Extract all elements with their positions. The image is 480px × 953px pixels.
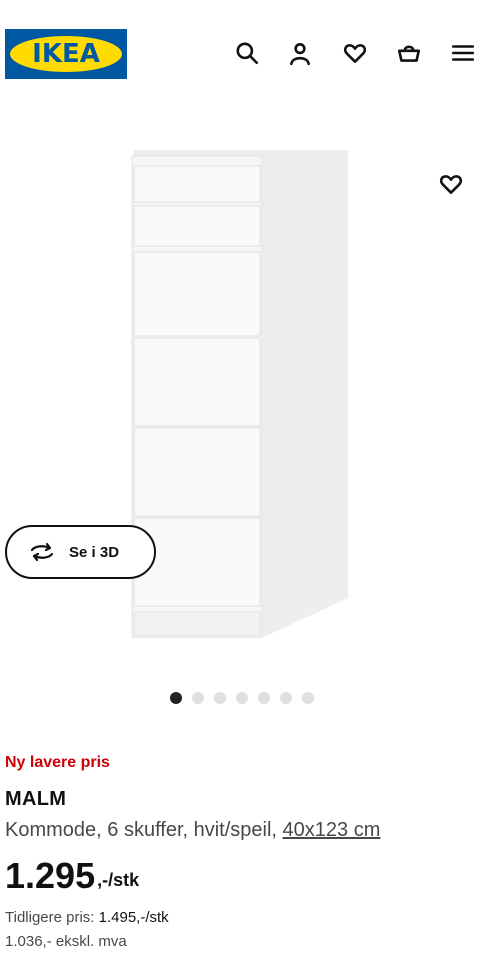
carousel-dot-active[interactable] [170, 692, 182, 704]
carousel-dot[interactable] [192, 692, 204, 704]
price-unit: ,-/stk [97, 870, 140, 890]
product-image[interactable] [130, 150, 350, 638]
product-description: Kommode, 6 skuffer, hvit/speil, 40x123 c… [5, 819, 380, 842]
view-3d-label: Se i 3D [69, 543, 120, 561]
size-link[interactable]: 40x123 cm [283, 819, 381, 841]
heart-icon[interactable] [339, 37, 371, 69]
price-value: 1.295 [5, 855, 96, 896]
product-price: 1.295 ,-/stk [5, 856, 139, 896]
favourite-icon[interactable] [435, 168, 467, 200]
previous-price: Tidligere pris: 1.495,-/stk [5, 909, 169, 926]
view-3d-button[interactable]: Se i 3D [5, 525, 156, 579]
carousel-dot[interactable] [236, 692, 248, 704]
previous-price-label: Tidligere pris: [5, 909, 99, 926]
carousel-dot[interactable] [280, 692, 292, 704]
carousel-dot[interactable] [302, 692, 314, 704]
logo-text: IKEA [32, 39, 100, 69]
carousel-dot[interactable] [258, 692, 270, 704]
previous-price-value: 1.495,-/stk [98, 909, 169, 926]
carousel-dot[interactable] [214, 692, 226, 704]
product-name: MALM [5, 788, 67, 810]
user-icon[interactable] [284, 37, 316, 69]
price-badge: Ny lavere pris [5, 754, 110, 771]
price-ex-vat: 1.036,- ekskl. mva [5, 933, 127, 950]
description-text: Kommode, 6 skuffer, hvit/speil, [5, 819, 283, 841]
rotate-3d-icon [30, 542, 54, 562]
menu-icon[interactable] [447, 37, 479, 69]
basket-icon[interactable] [393, 37, 425, 69]
search-icon[interactable] [231, 37, 263, 69]
site-header: IKEA [0, 0, 480, 100]
carousel-indicator [170, 692, 314, 704]
ikea-logo[interactable]: IKEA [5, 29, 127, 79]
